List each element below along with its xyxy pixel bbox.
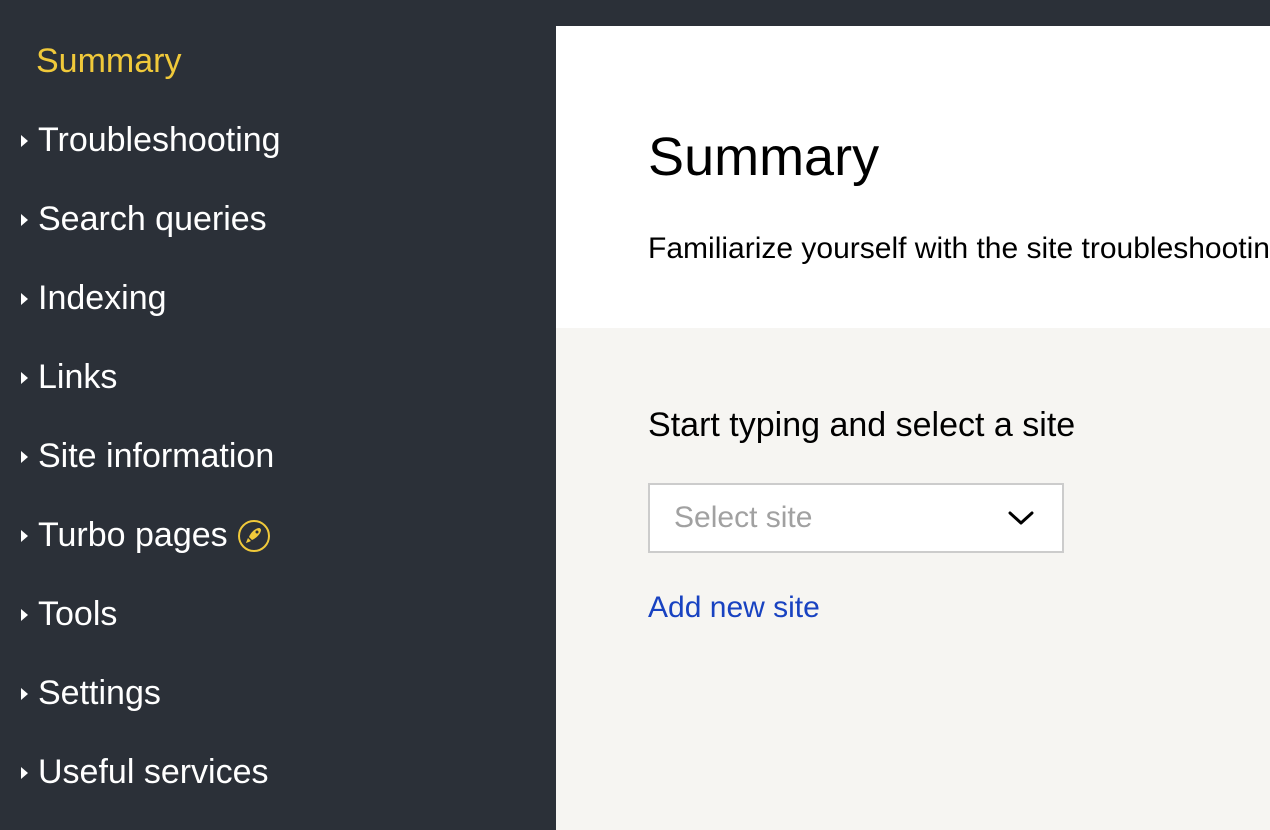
caret-right-icon <box>18 371 32 385</box>
rocket-icon <box>238 520 270 552</box>
select-prompt: Start typing and select a site <box>648 406 1270 445</box>
site-select[interactable]: Select site <box>648 483 1064 553</box>
sidebar-item-site-information[interactable]: Site information <box>18 437 556 476</box>
caret-right-icon <box>18 213 32 227</box>
chevron-down-icon <box>1008 510 1034 526</box>
sidebar-item-label: Settings <box>38 674 161 713</box>
page-subtitle: Familiarize yourself with the site troub… <box>648 232 1270 266</box>
add-new-site-link[interactable]: Add new site <box>648 591 820 624</box>
sidebar-item-label: Links <box>38 358 117 397</box>
sidebar-item-search-queries[interactable]: Search queries <box>18 200 556 239</box>
caret-right-icon <box>18 766 32 780</box>
caret-right-icon <box>18 292 32 306</box>
main-content: Summary Familiarize yourself with the si… <box>556 0 1270 830</box>
sidebar-item-turbo-pages[interactable]: Turbo pages <box>18 516 556 555</box>
sidebar-item-label: Turbo pages <box>38 516 228 555</box>
select-placeholder: Select site <box>674 501 812 535</box>
sidebar-item-useful-services[interactable]: Useful services <box>18 753 556 792</box>
sidebar: Summary Troubleshooting Search queries I… <box>0 0 556 830</box>
page-title: Summary <box>648 126 1270 188</box>
sidebar-item-label: Search queries <box>38 200 267 239</box>
sidebar-item-indexing[interactable]: Indexing <box>18 279 556 318</box>
sidebar-item-summary[interactable]: Summary <box>18 42 556 81</box>
sidebar-item-label: Useful services <box>38 753 269 792</box>
sidebar-item-troubleshooting[interactable]: Troubleshooting <box>18 121 556 160</box>
sidebar-item-tools[interactable]: Tools <box>18 595 556 634</box>
sidebar-item-settings[interactable]: Settings <box>18 674 556 713</box>
top-gap <box>556 0 1270 26</box>
main-body: Start typing and select a site Select si… <box>556 328 1270 830</box>
sidebar-item-label: Troubleshooting <box>38 121 281 160</box>
caret-right-icon <box>18 450 32 464</box>
main-header: Summary Familiarize yourself with the si… <box>556 26 1270 328</box>
caret-right-icon <box>18 529 32 543</box>
sidebar-item-label: Tools <box>38 595 117 634</box>
caret-right-icon <box>18 687 32 701</box>
caret-right-icon <box>18 134 32 148</box>
caret-right-icon <box>18 608 32 622</box>
sidebar-item-label: Indexing <box>38 279 167 318</box>
sidebar-item-links[interactable]: Links <box>18 358 556 397</box>
sidebar-item-label: Summary <box>18 42 181 81</box>
sidebar-item-label: Site information <box>38 437 274 476</box>
